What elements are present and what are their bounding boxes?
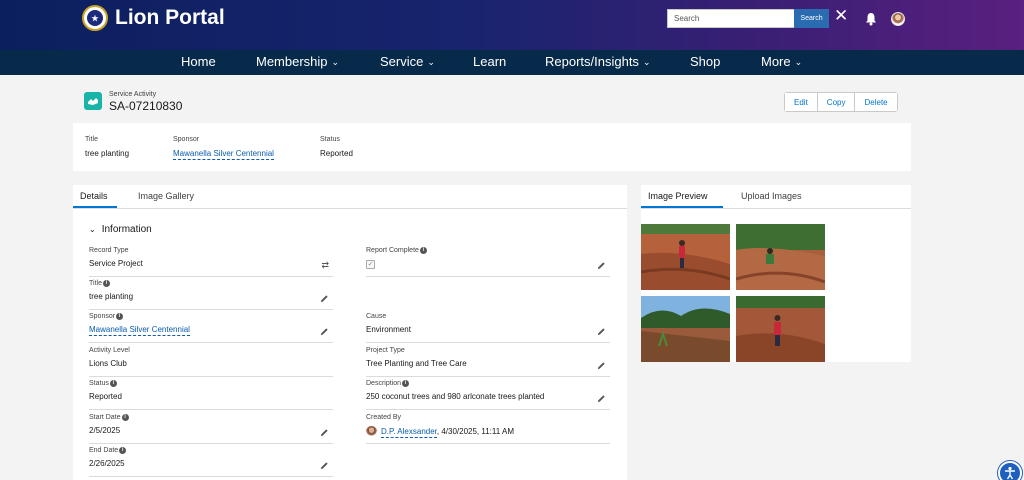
tab-image-gallery[interactable]: Image Gallery [138,191,194,201]
chevron-down-icon: ⌄ [427,57,435,67]
field-status: Status i Reported [89,380,333,410]
gallery-image[interactable] [736,296,825,362]
active-tab-indicator [641,206,723,208]
user-avatar[interactable] [891,12,905,26]
change-record-type-icon[interactable]: ⇄ [321,260,329,271]
creator-avatar [366,426,377,437]
info-icon[interactable]: i [116,313,124,320]
field-created-by: Created By D.P. Alexsander, 4/30/2025, 1… [366,414,610,444]
brand-title[interactable]: Lion Portal [115,6,225,30]
section-information[interactable]: ⌄ Information [89,224,152,235]
field-end-date: End Date i 2/26/2025 [89,447,333,477]
record-type-label: Service Activity [109,91,157,98]
gallery-image[interactable] [641,296,730,362]
field-start-date: Start Date i 2/5/2025 [89,414,333,444]
field-report-complete: Report Complete i ✓ [366,247,610,277]
nav-membership[interactable]: Membership ⌄ [256,54,339,69]
accessibility-icon[interactable] [998,461,1022,480]
info-icon[interactable]: i [109,380,117,387]
info-icon[interactable]: i [121,414,129,421]
nav-shop[interactable]: Shop [690,54,720,69]
report-complete-checkbox: ✓ [366,260,375,269]
edit-pencil-icon[interactable] [320,294,329,303]
edit-pencil-icon[interactable] [320,428,329,437]
details-tabs: Details Image Gallery [73,185,627,209]
edit-pencil-icon[interactable] [320,461,329,470]
chevron-down-icon: ⌄ [331,57,340,67]
tab-details[interactable]: Details [80,191,108,201]
field-activity-level: Activity Level Lions Club [89,347,333,377]
record-actions: Edit Copy Delete [784,92,898,112]
record-id: SA-07210830 [109,99,183,113]
info-icon[interactable]: i [402,380,410,387]
creator-link[interactable]: D.P. Alexsander [381,427,437,438]
highlights-panel: Title tree planting Sponsor Mawanella Si… [73,123,911,171]
preview-tabs: Image Preview Upload Images [641,185,911,209]
nav-service[interactable]: Service ⌄ [380,54,435,69]
image-preview-card: Image Preview Upload Images [641,185,911,362]
edit-button[interactable]: Edit [785,93,818,111]
field-sponsor: Sponsor i Mawanella Silver Centennial [89,313,333,343]
tab-upload-images[interactable]: Upload Images [741,191,802,201]
service-activity-icon [84,92,102,110]
search-input[interactable] [667,9,795,28]
copy-button[interactable]: Copy [817,93,856,111]
delete-button[interactable]: Delete [855,93,897,111]
chevron-down-icon: ⌄ [642,57,651,67]
field-description: Description i 250 coconut trees and 980 a… [366,380,610,410]
bell-icon[interactable] [865,12,877,26]
field-record-type: Record Type Service Project ⇄ [89,247,333,277]
highlight-status: Status Reported [320,136,353,158]
nav-more[interactable]: More ⌄ [761,54,802,69]
field-project-type: Project Type Tree Planting and Tree Care [366,347,610,377]
top-header: ★ Lion Portal Search ✕ [0,0,1024,50]
nav-reports-insights[interactable]: Reports/Insights ⌄ [545,54,650,69]
field-title: Title i tree planting [89,280,333,310]
active-tab-indicator [73,206,117,208]
chevron-down-icon: ⌄ [89,225,96,234]
field-cause: Cause Environment [366,313,610,343]
details-card: Details Image Gallery ⌄ Information Recor… [73,185,627,480]
edit-pencil-icon[interactable] [597,394,606,403]
info-icon[interactable]: i [419,247,427,254]
highlight-sponsor: Sponsor Mawanella Silver Centennial [173,136,274,160]
edit-pencil-icon[interactable] [597,361,606,370]
close-icon[interactable]: ✕ [834,6,848,26]
nav-home[interactable]: Home [181,54,216,69]
sponsor-link[interactable]: Mawanella Silver Centennial [173,149,274,160]
chevron-down-icon: ⌄ [794,57,803,67]
nav-learn[interactable]: Learn [473,54,506,69]
tab-image-preview[interactable]: Image Preview [648,191,708,201]
info-icon[interactable]: i [102,280,110,287]
main-nav: Home Membership ⌄ Service ⌄ Learn Reports/… [0,50,1024,75]
edit-pencil-icon[interactable] [597,261,606,270]
edit-pencil-icon[interactable] [597,327,606,336]
search-button[interactable]: Search [794,9,829,28]
lions-logo-icon[interactable]: ★ [82,5,108,31]
gallery-image[interactable] [641,224,730,290]
edit-pencil-icon[interactable] [320,327,329,336]
sponsor-link[interactable]: Mawanella Silver Centennial [89,325,190,336]
gallery-image[interactable] [736,224,825,290]
highlight-title: Title tree planting [85,136,130,158]
info-icon[interactable]: i [119,447,127,454]
